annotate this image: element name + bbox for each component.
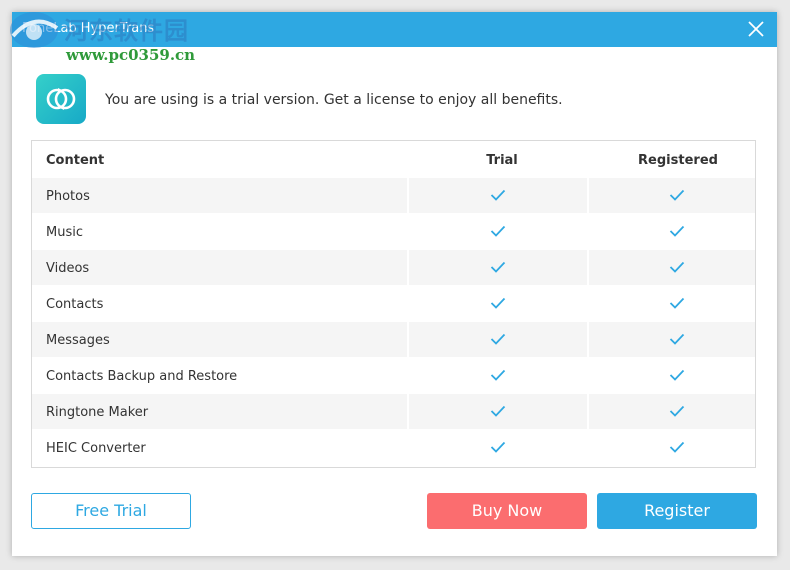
table-row: Photos (32, 178, 755, 214)
cell-feature-name: Videos (32, 250, 407, 285)
license-dialog: FoneLab HyperTrans You are using is a tr… (12, 12, 777, 556)
checkmark-icon (669, 333, 685, 345)
close-icon (748, 21, 764, 37)
feature-label: Messages (46, 333, 110, 348)
table-row: Contacts (32, 286, 755, 322)
register-button[interactable]: Register (597, 493, 757, 529)
cell-trial (409, 430, 587, 465)
cell-feature-name: Ringtone Maker (32, 394, 407, 429)
checkmark-icon (490, 189, 506, 201)
sync-icon (46, 88, 76, 110)
checkmark-icon (490, 225, 506, 237)
cell-trial (409, 286, 587, 321)
checkmark-icon (490, 297, 506, 309)
trial-notice: You are using is a trial version. Get a … (105, 92, 563, 108)
cell-registered (589, 214, 755, 249)
cell-registered (589, 358, 755, 393)
app-icon (36, 74, 86, 124)
feature-label: Videos (46, 261, 90, 276)
table-row: Contacts Backup and Restore (32, 358, 755, 394)
checkmark-icon (490, 261, 506, 273)
checkmark-icon (669, 297, 685, 309)
title-bar[interactable]: FoneLab HyperTrans (12, 12, 777, 47)
checkmark-icon (669, 189, 685, 201)
feature-label: HEIC Converter (46, 441, 146, 456)
table-row: Music (32, 214, 755, 250)
cell-registered (589, 430, 755, 465)
window-title: FoneLab HyperTrans (22, 21, 155, 36)
free-trial-button[interactable]: Free Trial (31, 493, 191, 529)
column-header-content: Content (46, 153, 105, 168)
checkmark-icon (490, 369, 506, 381)
cell-feature-name: Contacts Backup and Restore (32, 358, 407, 393)
checkmark-icon (490, 405, 506, 417)
checkmark-icon (669, 369, 685, 381)
feature-table: Content Trial Registered Photos Music Vide… (31, 140, 756, 468)
cell-trial (409, 214, 587, 249)
feature-label: Ringtone Maker (46, 405, 149, 420)
table-row: Videos (32, 250, 755, 286)
column-header-trial: Trial (486, 153, 518, 168)
feature-label: Contacts (46, 297, 104, 312)
table-row: Messages (32, 322, 755, 358)
checkmark-icon (669, 441, 685, 453)
feature-label: Music (46, 225, 83, 240)
close-button[interactable] (745, 18, 767, 40)
cell-trial (409, 394, 587, 429)
cell-registered (589, 322, 755, 357)
table-header: Content Trial Registered (32, 141, 755, 178)
cell-trial (409, 358, 587, 393)
cell-registered (589, 178, 755, 213)
cell-registered (589, 394, 755, 429)
cell-feature-name: HEIC Converter (32, 430, 407, 465)
checkmark-icon (669, 225, 685, 237)
cell-feature-name: Messages (32, 322, 407, 357)
checkmark-icon (490, 333, 506, 345)
cell-trial (409, 322, 587, 357)
cell-feature-name: Music (32, 214, 407, 249)
cell-feature-name: Photos (32, 178, 407, 213)
buy-now-button[interactable]: Buy Now (427, 493, 587, 529)
checkmark-icon (669, 405, 685, 417)
checkmark-icon (669, 261, 685, 273)
column-header-registered: Registered (638, 153, 718, 168)
checkmark-icon (490, 441, 506, 453)
feature-label: Photos (46, 189, 90, 204)
cell-trial (409, 250, 587, 285)
cell-trial (409, 178, 587, 213)
table-row: HEIC Converter (32, 430, 755, 466)
cell-registered (589, 286, 755, 321)
table-row: Ringtone Maker (32, 394, 755, 430)
feature-label: Contacts Backup and Restore (46, 369, 238, 384)
cell-registered (589, 250, 755, 285)
cell-feature-name: Contacts (32, 286, 407, 321)
